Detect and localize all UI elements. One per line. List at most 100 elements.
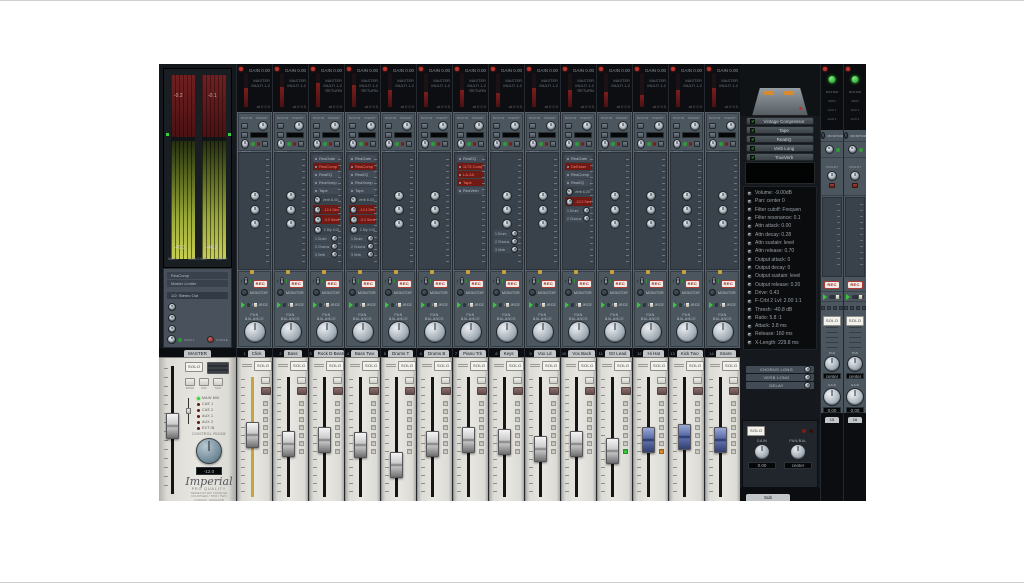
fader-track[interactable] <box>467 377 470 497</box>
group-checkbox[interactable] <box>515 433 520 438</box>
fx-send-area[interactable] <box>526 152 559 270</box>
send-knob[interactable] <box>804 366 811 373</box>
fx-button[interactable] <box>421 132 428 138</box>
route-destination[interactable]: AUX 1 <box>844 108 866 112</box>
parameter-knob[interactable] <box>747 232 752 237</box>
group-checkbox[interactable] <box>587 449 592 454</box>
group-checkbox[interactable] <box>335 401 340 406</box>
mute-button[interactable] <box>405 387 415 395</box>
route-button[interactable] <box>421 123 428 129</box>
solo-button[interactable]: SOLO <box>650 361 668 371</box>
route-destination[interactable]: MULTI 1-2 <box>393 83 414 88</box>
send-knob[interactable] <box>804 374 811 381</box>
group-checkbox[interactable] <box>335 449 340 454</box>
send-knob[interactable] <box>718 219 728 229</box>
record-led-icon[interactable] <box>419 67 423 71</box>
fx-enabled-checkbox[interactable] <box>750 137 755 142</box>
fx-send-area[interactable] <box>822 197 842 277</box>
send-knob-row[interactable]: 2 Dly 0.00 <box>313 225 340 234</box>
monitor-select-option[interactable]: CUE 1 <box>197 402 220 406</box>
record-arm-button[interactable]: REC <box>649 280 664 288</box>
mute-button[interactable] <box>693 387 703 395</box>
monitor-button[interactable] <box>493 289 500 296</box>
send-knob[interactable] <box>583 207 590 214</box>
fx-send-area[interactable] <box>598 152 631 270</box>
group-checkbox[interactable] <box>821 306 825 310</box>
group-checkbox[interactable] <box>587 441 592 446</box>
master-send-item[interactable]: VERB LONG <box>746 374 814 381</box>
group-checkbox[interactable] <box>371 425 376 430</box>
parameter-knob[interactable] <box>747 332 752 337</box>
group-checkbox[interactable] <box>862 306 866 310</box>
route-destination[interactable]: RETURN <box>321 88 342 93</box>
fx-insert-item[interactable]: ReaEQ <box>313 171 340 178</box>
master-fx-slot[interactable]: ReaComp <box>167 272 228 279</box>
mute-button[interactable] <box>441 387 451 395</box>
send-knob-row[interactable]: -9.0 Send <box>349 215 376 224</box>
send-knob-row[interactable]: -12.4 Send <box>313 205 340 214</box>
monitor-select-option[interactable]: MAIN MIX <box>197 396 220 400</box>
fx-button[interactable] <box>637 132 644 138</box>
fader-track[interactable] <box>395 377 398 497</box>
solo-button[interactable]: SOLO <box>290 361 308 371</box>
route-display[interactable] <box>574 132 592 138</box>
fx-parameter-row[interactable]: Thresh: -40.8 dB <box>747 307 813 313</box>
group-checkbox[interactable] <box>623 441 628 446</box>
phase-button[interactable] <box>406 141 412 147</box>
fx-send-area[interactable] <box>382 152 415 270</box>
fader-handle[interactable] <box>426 431 439 457</box>
trim-knob[interactable] <box>438 121 448 131</box>
route-destination[interactable]: RETURN <box>465 88 486 93</box>
pan-knob[interactable] <box>712 321 734 343</box>
pan-knob[interactable] <box>640 321 662 343</box>
cue-knob[interactable] <box>604 277 608 285</box>
group-checkbox[interactable] <box>407 433 412 438</box>
group-checkbox[interactable] <box>407 409 412 414</box>
group-checkbox[interactable] <box>731 409 736 414</box>
sub-pan-knob[interactable] <box>790 444 806 460</box>
record-led-icon[interactable] <box>823 67 827 71</box>
route-display[interactable] <box>358 132 376 138</box>
send-knob[interactable] <box>350 216 358 224</box>
phase-button[interactable] <box>550 141 556 147</box>
send-knob[interactable] <box>682 205 692 215</box>
channel-name-tab[interactable]: Snare <box>716 350 736 357</box>
solo-button[interactable]: SOLO <box>614 361 632 371</box>
phase-button[interactable] <box>478 141 484 147</box>
source-slider[interactable] <box>852 295 864 299</box>
monitor-button[interactable] <box>277 289 284 296</box>
fader-track[interactable] <box>251 377 254 497</box>
send-knob[interactable] <box>331 243 338 250</box>
fader-track[interactable] <box>539 377 542 497</box>
insert-bypass-button[interactable] <box>829 183 835 188</box>
send-knob[interactable] <box>314 216 322 224</box>
group-checkbox[interactable] <box>623 409 628 414</box>
send-knob[interactable] <box>314 226 322 234</box>
trim-knob[interactable] <box>618 121 628 131</box>
input-gain-knob[interactable] <box>529 139 537 149</box>
route-button[interactable] <box>277 123 284 129</box>
trim-knob[interactable] <box>582 121 592 131</box>
group-checkbox[interactable] <box>299 433 304 438</box>
send-knob[interactable] <box>538 219 548 229</box>
group-checkbox[interactable] <box>371 409 376 414</box>
pan-knob[interactable] <box>824 356 840 372</box>
record-arm-button[interactable]: REC <box>685 280 700 288</box>
record-led-icon[interactable] <box>383 67 387 71</box>
mute-button[interactable] <box>333 387 343 395</box>
fader-track[interactable] <box>431 377 434 497</box>
parameter-knob[interactable] <box>747 274 752 279</box>
fx-insert-item[interactable]: ReaGate <box>565 155 592 162</box>
group-checkbox[interactable] <box>623 401 628 406</box>
group-checkbox[interactable] <box>443 425 448 430</box>
group-checkbox[interactable] <box>263 449 268 454</box>
fx-button[interactable] <box>709 132 716 138</box>
group-checkbox[interactable] <box>479 425 484 430</box>
group-checkbox[interactable] <box>443 441 448 446</box>
group-checkbox[interactable] <box>623 417 628 422</box>
mute-led-icon[interactable] <box>802 429 806 433</box>
cue-knob[interactable] <box>532 277 536 285</box>
route-display[interactable] <box>466 132 484 138</box>
group-checkbox[interactable] <box>856 306 860 310</box>
parameter-knob[interactable] <box>747 199 752 204</box>
